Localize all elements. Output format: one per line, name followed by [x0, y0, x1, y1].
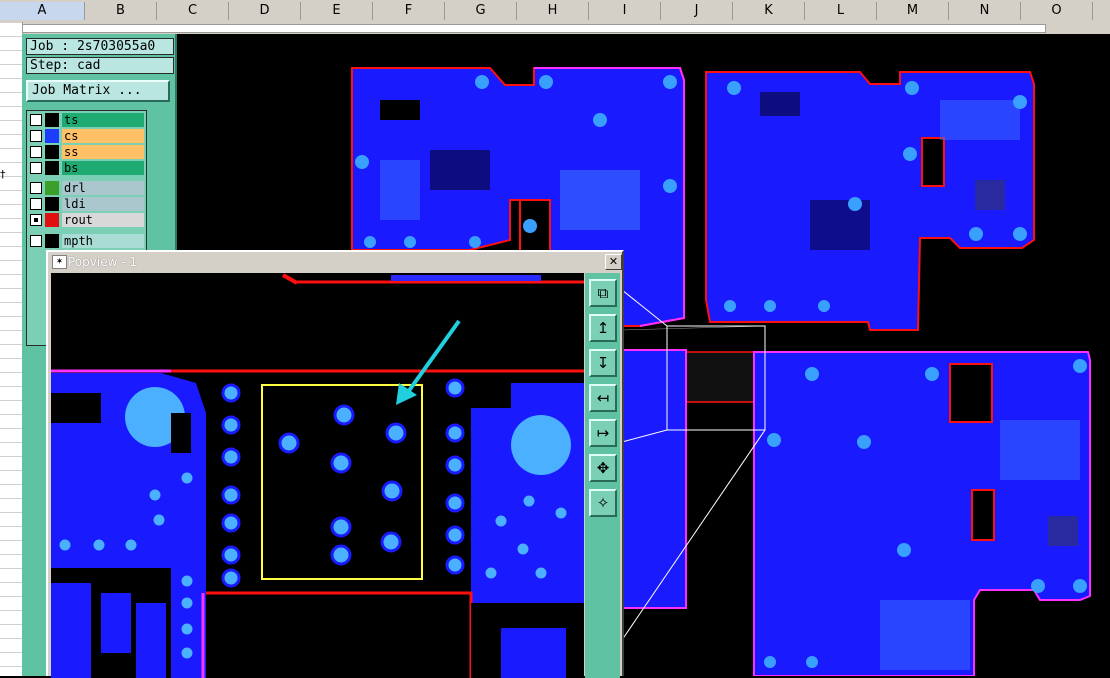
layer-row-drl[interactable]: drl — [28, 181, 146, 196]
layer-checkbox[interactable] — [30, 146, 42, 158]
window-icon: ✶ — [52, 255, 67, 269]
pan-down-icon: ↧ — [596, 354, 610, 372]
layer-row-ts[interactable]: ts — [28, 113, 146, 128]
pad — [122, 536, 140, 554]
pad — [330, 544, 352, 566]
layer-name[interactable]: cs — [62, 129, 144, 143]
pad — [178, 644, 196, 662]
pad — [278, 432, 300, 454]
pan-right-button[interactable]: ↦ — [589, 419, 617, 447]
board-breakaway-tab — [621, 349, 755, 609]
zoomed-board-view — [51, 273, 584, 678]
pad — [221, 513, 241, 533]
layer-name[interactable]: ss — [62, 145, 144, 159]
pad — [221, 447, 241, 467]
pan-right-icon: ↦ — [596, 424, 610, 442]
pad — [445, 493, 465, 513]
board-top-right — [705, 71, 1035, 331]
pad — [56, 536, 74, 554]
popview-window: ✶ Popview - 1 ✕ ⧉ ↥ ↧ ↤ ↦ ✥ ✧ — [46, 250, 624, 678]
pad — [330, 516, 352, 538]
layer-row-mpth[interactable]: mpth — [28, 234, 146, 249]
layer-name[interactable]: rout — [62, 213, 144, 227]
pan-up-button[interactable]: ↥ — [589, 314, 617, 342]
pad — [178, 594, 196, 612]
layer-checkbox[interactable] — [30, 162, 42, 174]
pad — [492, 512, 510, 530]
layer-name[interactable]: mpth — [62, 234, 144, 248]
pan-up-icon: ↥ — [596, 319, 610, 337]
pad — [178, 620, 196, 638]
zoom-in-button[interactable]: ✥ — [589, 454, 617, 482]
pad — [445, 455, 465, 475]
layer-row-ss[interactable]: ss — [28, 145, 146, 160]
layer-row-ldi[interactable]: ldi — [28, 197, 146, 212]
layer-row-rout[interactable]: rout — [28, 213, 146, 228]
layer-checkbox[interactable] — [30, 235, 42, 247]
pad — [482, 564, 500, 582]
pad — [221, 545, 241, 565]
layer-checkbox[interactable] — [30, 182, 42, 194]
layer-color-swatch[interactable] — [45, 113, 59, 127]
pad — [445, 555, 465, 575]
pad — [90, 536, 108, 554]
pad — [380, 531, 402, 553]
pad — [221, 568, 241, 588]
pad — [150, 511, 168, 529]
layer-name[interactable]: bs — [62, 161, 144, 175]
layer-row-cs[interactable]: cs — [28, 129, 146, 144]
layer-name[interactable]: drl — [62, 181, 144, 195]
pad — [514, 540, 532, 558]
layer-color-swatch[interactable] — [45, 145, 59, 159]
popview-titlebar[interactable]: ✶ Popview - 1 ✕ — [50, 254, 622, 270]
zoom-out-button[interactable]: ✧ — [589, 489, 617, 517]
layer-name[interactable]: ts — [62, 113, 144, 127]
board-bottom-right — [753, 351, 1091, 676]
layer-color-swatch[interactable] — [45, 213, 59, 227]
layer-color-swatch[interactable] — [45, 197, 59, 211]
pad — [381, 480, 403, 502]
pad — [445, 378, 465, 398]
layer-color-swatch[interactable] — [45, 181, 59, 195]
close-button[interactable]: ✕ — [605, 254, 622, 270]
pan-down-button[interactable]: ↧ — [589, 349, 617, 377]
step-name-field: Step: cad — [26, 57, 174, 74]
job-matrix-button[interactable]: Job Matrix ... — [26, 80, 170, 102]
popview-toolbar: ⧉ ↥ ↧ ↤ ↦ ✥ ✧ — [585, 273, 620, 678]
zoom-out-icon: ✧ — [596, 494, 610, 512]
pad — [178, 469, 196, 487]
layer-color-swatch[interactable] — [45, 129, 59, 143]
pad — [221, 383, 241, 403]
pad — [520, 492, 538, 510]
zoom-fit-button[interactable]: ⧉ — [589, 279, 617, 307]
layer-checkbox[interactable] — [30, 114, 42, 126]
layer-name[interactable]: ldi — [62, 197, 144, 211]
layer-color-swatch[interactable] — [45, 161, 59, 175]
layer-checkbox[interactable] — [30, 198, 42, 210]
zoom-in-icon: ✥ — [596, 459, 610, 477]
pad — [333, 404, 355, 426]
pad — [532, 564, 550, 582]
pad — [552, 504, 570, 522]
pad — [221, 415, 241, 435]
popview-title: Popview - 1 — [68, 255, 137, 269]
pad — [178, 572, 196, 590]
job-name-field: Job : 2s703055a0 — [26, 38, 174, 55]
pad — [330, 452, 352, 474]
pan-left-button[interactable]: ↤ — [589, 384, 617, 412]
zoom-fit-icon: ⧉ — [597, 284, 609, 302]
layer-checkbox[interactable] — [30, 214, 42, 226]
layer-row-bs[interactable]: bs — [28, 161, 146, 176]
layer-checkbox[interactable] — [30, 130, 42, 142]
pad — [385, 422, 407, 444]
pad — [445, 525, 465, 545]
popview-canvas[interactable] — [51, 273, 584, 678]
pad — [146, 486, 164, 504]
pan-left-icon: ↤ — [596, 389, 610, 407]
layer-color-swatch[interactable] — [45, 234, 59, 248]
pad — [221, 485, 241, 505]
pad — [445, 423, 465, 443]
row-marker: † — [0, 168, 6, 181]
